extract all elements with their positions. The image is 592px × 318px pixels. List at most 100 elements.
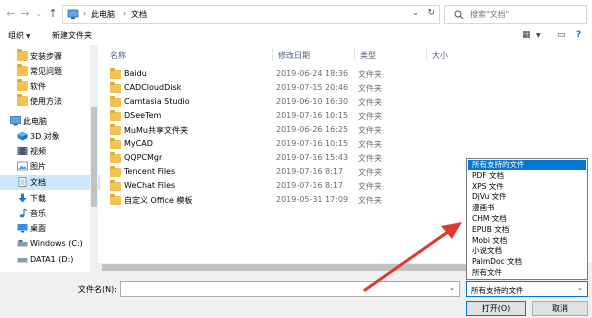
breadcrumb-documents[interactable]: 文档 xyxy=(131,9,147,20)
nav-item-music[interactable]: 音乐 xyxy=(0,206,100,221)
nav-label: 此电脑 xyxy=(23,117,47,126)
filetype-option[interactable]: 所有文件 xyxy=(468,268,586,278)
column-divider[interactable] xyxy=(426,48,427,60)
cancel-button[interactable]: 取消 xyxy=(532,301,588,316)
filename-input[interactable]: ⌄ xyxy=(120,281,460,297)
filetype-option[interactable]: 所有支持的文件 xyxy=(468,160,586,171)
column-header-date[interactable]: 修改日期 xyxy=(278,50,310,61)
nav-item-downloads[interactable]: 下载 xyxy=(0,191,100,206)
table-row[interactable]: WeChat Files 2019-07-16 8:17 文件夹 xyxy=(100,180,440,194)
filetype-option[interactable]: 漫画书 xyxy=(468,203,586,213)
filetype-option[interactable]: XPS 文件 xyxy=(468,182,586,192)
pictures-icon xyxy=(17,161,28,171)
computer-icon xyxy=(10,116,21,126)
nav-label: 桌面 xyxy=(30,224,46,233)
column-divider[interactable] xyxy=(272,48,273,60)
refresh-icon[interactable]: ↻ xyxy=(427,8,435,18)
filetype-option[interactable]: EPUB 文档 xyxy=(468,225,586,235)
folder-icon xyxy=(17,64,28,76)
chevron-down-icon[interactable]: ⌄ xyxy=(412,8,419,17)
folder-icon xyxy=(110,166,121,177)
nav-scrollbar-thumb[interactable] xyxy=(91,107,97,207)
organize-button[interactable]: 组织 ▼ xyxy=(8,30,31,41)
nav-item-documents[interactable]: 文档 xyxy=(0,175,100,190)
filetype-option[interactable]: CHM 文档 xyxy=(468,214,586,224)
nav-item-pictures[interactable]: 图片 xyxy=(0,159,100,174)
chevron-down-icon: ⌄ xyxy=(577,284,583,292)
column-divider[interactable] xyxy=(354,48,355,60)
column-header-size[interactable]: 大小 xyxy=(432,50,448,61)
nav-item-faq[interactable]: 常见问题 xyxy=(0,64,100,79)
caret-down-icon: ▼ xyxy=(26,33,31,40)
3d-objects-icon xyxy=(17,131,28,141)
file-type: 文件夹 xyxy=(358,98,382,107)
table-row[interactable]: 自定义 Office 模板 2019-05-31 17:09 文件夹 xyxy=(100,194,440,208)
filetype-option[interactable]: PalmDoc 文档 xyxy=(468,257,586,267)
filetype-option[interactable]: PDF 文档 xyxy=(468,171,586,181)
forward-arrow-icon[interactable]: → xyxy=(18,7,32,21)
filetype-select[interactable]: 所有支持的文件 ⌄ xyxy=(466,281,588,297)
nav-item-desktop[interactable]: 桌面 xyxy=(0,221,100,236)
new-folder-button[interactable]: 新建文件夹 xyxy=(52,30,92,41)
organize-label: 组织 xyxy=(8,31,24,40)
filetype-dropdown-list: 所有支持的文件 PDF 文档 XPS 文件 DjVu 文件 漫画书 CHM 文档 EPUB … xyxy=(466,158,588,280)
up-arrow-icon[interactable]: ↑ xyxy=(46,7,60,21)
open-button[interactable]: 打开(O) xyxy=(466,301,526,316)
breadcrumb-this-pc[interactable]: 此电脑 xyxy=(91,9,115,20)
nav-item-install-steps[interactable]: 安装步骤 xyxy=(0,49,100,64)
computer-icon xyxy=(67,9,79,19)
file-type: 文件夹 xyxy=(358,154,382,163)
filetype-option[interactable]: DjVu 文件 xyxy=(468,192,586,202)
table-row[interactable]: QQPCMgr 2019-07-16 15:43 文件夹 xyxy=(100,152,440,166)
nav-label: 使用方法 xyxy=(30,97,62,106)
nav-scrollbar[interactable] xyxy=(90,45,98,272)
filetype-option[interactable]: 小说文档 xyxy=(468,246,586,256)
nav-item-3d-objects[interactable]: 3D 对象 xyxy=(0,129,100,144)
view-dropdown-icon[interactable]: ▼ xyxy=(536,32,541,39)
file-type: 文件夹 xyxy=(358,140,382,149)
nav-item-videos[interactable]: 视频 xyxy=(0,144,100,159)
file-name: CADCloudDisk xyxy=(124,83,182,92)
folder-icon xyxy=(17,94,28,106)
file-date: 2019-06-24 18:36 xyxy=(276,69,349,78)
table-row[interactable]: Baidu 2019-06-24 18:36 文件夹 xyxy=(100,68,440,82)
file-date: 2019-07-16 8:17 xyxy=(276,181,343,190)
search-input[interactable]: 搜索"文档" xyxy=(444,5,587,24)
nav-item-this-pc[interactable]: 此电脑 xyxy=(0,114,100,129)
filetype-option[interactable]: Mobi 文档 xyxy=(468,236,586,246)
table-row[interactable]: DSeeTem 2019-07-16 10:15 文件夹 xyxy=(100,110,440,124)
nav-item-drive-d[interactable]: DATA1 (D:) xyxy=(0,253,100,268)
nav-item-drive-c[interactable]: Windows (C:) xyxy=(0,237,100,252)
table-row[interactable]: Camtasia Studio 2019-06-10 16:30 文件夹 xyxy=(100,96,440,110)
table-row[interactable]: MyCAD 2019-07-16 10:15 文件夹 xyxy=(100,138,440,152)
address-bar[interactable]: › 此电脑 › 文档 ⌄ ↻ xyxy=(62,5,440,24)
folder-icon xyxy=(110,180,121,191)
table-row[interactable]: Tencent Files 2019-07-16 8:17 文件夹 xyxy=(100,166,440,180)
address-row: ← → ⌄ ↑ › 此电脑 › 文档 ⌄ ↻ 搜索"文档" xyxy=(0,0,592,28)
breadcrumb-separator: › xyxy=(123,9,127,18)
filename-label: 文件名(N): xyxy=(78,285,117,294)
table-row[interactable]: MuMu共享文件夹 2019-06-26 16:25 文件夹 xyxy=(100,124,440,138)
view-options-icon[interactable]: ▦ xyxy=(522,30,531,40)
help-icon[interactable]: ? xyxy=(576,30,581,40)
column-header-name[interactable]: 名称 xyxy=(110,50,126,61)
nav-item-software[interactable]: 软件 xyxy=(0,79,100,94)
file-name: MuMu共享文件夹 xyxy=(124,126,188,135)
chevron-down-icon[interactable]: ⌄ xyxy=(449,284,455,292)
file-name: Baidu xyxy=(124,69,147,78)
preview-pane-icon[interactable]: ▭ xyxy=(557,30,566,40)
nav-item-usage[interactable]: 使用方法 xyxy=(0,94,100,109)
table-row[interactable]: CADCloudDisk 2019-07-15 20:46 文件夹 xyxy=(100,82,440,96)
folder-icon xyxy=(110,124,121,135)
back-arrow-icon[interactable]: ← xyxy=(4,7,18,21)
file-date: 2019-06-26 16:25 xyxy=(276,125,349,134)
nav-label: DATA1 (D:) xyxy=(30,255,74,264)
toolbar: 组织 ▼ 新建文件夹 ▦ ▼ ▭ ? xyxy=(0,28,592,45)
file-date: 2019-07-16 8:17 xyxy=(276,167,343,176)
column-header-type[interactable]: 类型 xyxy=(360,50,376,61)
recent-chevron-down-icon[interactable]: ⌄ xyxy=(32,7,46,21)
nav-label: 下载 xyxy=(30,194,46,203)
navigation-pane: 安装步骤 常见问题 软件 使用方法 此电脑 3D 对象 视频 图片 文档 下载 … xyxy=(0,45,100,272)
documents-icon xyxy=(18,177,27,187)
nav-label: Windows (C:) xyxy=(30,239,83,248)
